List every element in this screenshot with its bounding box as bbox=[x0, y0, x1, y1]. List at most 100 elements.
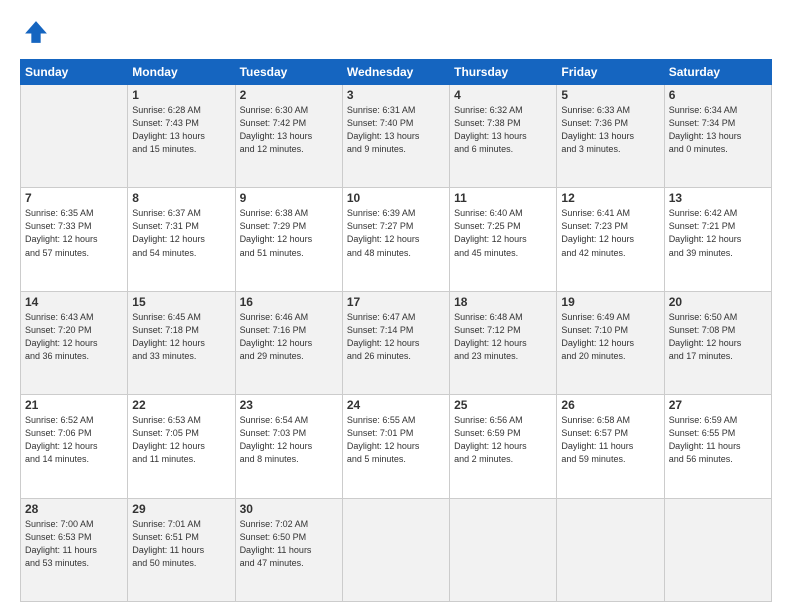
day-number: 23 bbox=[240, 398, 338, 412]
calendar-cell: 28 Sunrise: 7:00 AM Sunset: 6:53 PM Dayli… bbox=[21, 498, 128, 601]
weekday-friday: Friday bbox=[557, 60, 664, 85]
day-number: 22 bbox=[132, 398, 230, 412]
calendar-cell: 26 Sunrise: 6:58 AM Sunset: 6:57 PM Dayli… bbox=[557, 395, 664, 498]
day-number: 1 bbox=[132, 88, 230, 102]
day-number: 15 bbox=[132, 295, 230, 309]
day-info: Sunrise: 6:48 AM Sunset: 7:12 PM Dayligh… bbox=[454, 311, 552, 363]
calendar-cell: 10Sunrise: 6:39 AM Sunset: 7:27 PM Dayli… bbox=[342, 188, 449, 291]
calendar-cell: 4Sunrise: 6:32 AM Sunset: 7:38 PM Daylig… bbox=[450, 85, 557, 188]
day-number: 26 bbox=[561, 398, 659, 412]
calendar-cell: 9 Sunrise: 6:38 AM Sunset: 7:29 PM Daylig… bbox=[235, 188, 342, 291]
day-number: 9 bbox=[240, 191, 338, 205]
week-row-5: 28 Sunrise: 7:00 AM Sunset: 6:53 PM Dayli… bbox=[21, 498, 772, 601]
day-info: Sunrise: 6:38 AM Sunset: 7:29 PM Dayligh… bbox=[240, 207, 338, 259]
week-row-3: 14 Sunrise: 6:43 AM Sunset: 7:20 PM Dayli… bbox=[21, 291, 772, 394]
day-info: Sunrise: 6:55 AM Sunset: 7:01 PM Dayligh… bbox=[347, 414, 445, 466]
day-info: Sunrise: 6:28 AM Sunset: 7:43 PM Dayligh… bbox=[132, 104, 230, 156]
day-info: Sunrise: 6:59 AM Sunset: 6:55 PM Dayligh… bbox=[669, 414, 767, 466]
day-number: 3 bbox=[347, 88, 445, 102]
page: SundayMondayTuesdayWednesdayThursdayFrid… bbox=[0, 0, 792, 612]
day-number: 11 bbox=[454, 191, 552, 205]
day-number: 13 bbox=[669, 191, 767, 205]
logo-icon bbox=[22, 18, 50, 46]
day-number: 24 bbox=[347, 398, 445, 412]
calendar-cell: 24 Sunrise: 6:55 AM Sunset: 7:01 PM Dayli… bbox=[342, 395, 449, 498]
day-info: Sunrise: 6:43 AM Sunset: 7:20 PM Dayligh… bbox=[25, 311, 123, 363]
day-info: Sunrise: 6:53 AM Sunset: 7:05 PM Dayligh… bbox=[132, 414, 230, 466]
weekday-sunday: Sunday bbox=[21, 60, 128, 85]
calendar-cell bbox=[450, 498, 557, 601]
day-number: 5 bbox=[561, 88, 659, 102]
day-info: Sunrise: 7:02 AM Sunset: 6:50 PM Dayligh… bbox=[240, 518, 338, 570]
day-info: Sunrise: 6:58 AM Sunset: 6:57 PM Dayligh… bbox=[561, 414, 659, 466]
day-number: 17 bbox=[347, 295, 445, 309]
calendar-cell: 19Sunrise: 6:49 AM Sunset: 7:10 PM Dayli… bbox=[557, 291, 664, 394]
calendar-cell: 18 Sunrise: 6:48 AM Sunset: 7:12 PM Dayli… bbox=[450, 291, 557, 394]
day-number: 6 bbox=[669, 88, 767, 102]
calendar-cell: 13 Sunrise: 6:42 AM Sunset: 7:21 PM Dayli… bbox=[664, 188, 771, 291]
calendar-cell: 22 Sunrise: 6:53 AM Sunset: 7:05 PM Dayli… bbox=[128, 395, 235, 498]
day-info: Sunrise: 6:31 AM Sunset: 7:40 PM Dayligh… bbox=[347, 104, 445, 156]
day-info: Sunrise: 7:00 AM Sunset: 6:53 PM Dayligh… bbox=[25, 518, 123, 570]
header bbox=[20, 18, 772, 51]
day-info: Sunrise: 6:54 AM Sunset: 7:03 PM Dayligh… bbox=[240, 414, 338, 466]
day-info: Sunrise: 6:33 AM Sunset: 7:36 PM Dayligh… bbox=[561, 104, 659, 156]
day-info: Sunrise: 6:52 AM Sunset: 7:06 PM Dayligh… bbox=[25, 414, 123, 466]
day-info: Sunrise: 6:32 AM Sunset: 7:38 PM Dayligh… bbox=[454, 104, 552, 156]
day-number: 7 bbox=[25, 191, 123, 205]
calendar-cell: 14 Sunrise: 6:43 AM Sunset: 7:20 PM Dayli… bbox=[21, 291, 128, 394]
day-number: 14 bbox=[25, 295, 123, 309]
calendar-cell: 29Sunrise: 7:01 AM Sunset: 6:51 PM Dayli… bbox=[128, 498, 235, 601]
day-info: Sunrise: 7:01 AM Sunset: 6:51 PM Dayligh… bbox=[132, 518, 230, 570]
calendar-cell: 8 Sunrise: 6:37 AM Sunset: 7:31 PM Daylig… bbox=[128, 188, 235, 291]
day-number: 18 bbox=[454, 295, 552, 309]
day-number: 28 bbox=[25, 502, 123, 516]
calendar-cell: 30 Sunrise: 7:02 AM Sunset: 6:50 PM Dayli… bbox=[235, 498, 342, 601]
day-number: 8 bbox=[132, 191, 230, 205]
calendar-cell: 6 Sunrise: 6:34 AM Sunset: 7:34 PM Daylig… bbox=[664, 85, 771, 188]
week-row-4: 21 Sunrise: 6:52 AM Sunset: 7:06 PM Dayli… bbox=[21, 395, 772, 498]
weekday-header-row: SundayMondayTuesdayWednesdayThursdayFrid… bbox=[21, 60, 772, 85]
calendar-cell: 2 Sunrise: 6:30 AM Sunset: 7:42 PM Daylig… bbox=[235, 85, 342, 188]
day-info: Sunrise: 6:45 AM Sunset: 7:18 PM Dayligh… bbox=[132, 311, 230, 363]
day-info: Sunrise: 6:50 AM Sunset: 7:08 PM Dayligh… bbox=[669, 311, 767, 363]
day-number: 20 bbox=[669, 295, 767, 309]
calendar-table: SundayMondayTuesdayWednesdayThursdayFrid… bbox=[20, 59, 772, 602]
weekday-saturday: Saturday bbox=[664, 60, 771, 85]
calendar-cell: 12Sunrise: 6:41 AM Sunset: 7:23 PM Dayli… bbox=[557, 188, 664, 291]
calendar-cell bbox=[664, 498, 771, 601]
calendar-cell: 3 Sunrise: 6:31 AM Sunset: 7:40 PM Daylig… bbox=[342, 85, 449, 188]
day-number: 16 bbox=[240, 295, 338, 309]
weekday-tuesday: Tuesday bbox=[235, 60, 342, 85]
calendar-cell: 17 Sunrise: 6:47 AM Sunset: 7:14 PM Dayli… bbox=[342, 291, 449, 394]
day-number: 30 bbox=[240, 502, 338, 516]
day-number: 25 bbox=[454, 398, 552, 412]
weekday-wednesday: Wednesday bbox=[342, 60, 449, 85]
day-info: Sunrise: 6:34 AM Sunset: 7:34 PM Dayligh… bbox=[669, 104, 767, 156]
calendar-cell: 11 Sunrise: 6:40 AM Sunset: 7:25 PM Dayli… bbox=[450, 188, 557, 291]
day-info: Sunrise: 6:42 AM Sunset: 7:21 PM Dayligh… bbox=[669, 207, 767, 259]
calendar-cell: 15 Sunrise: 6:45 AM Sunset: 7:18 PM Dayli… bbox=[128, 291, 235, 394]
calendar-cell: 5 Sunrise: 6:33 AM Sunset: 7:36 PM Daylig… bbox=[557, 85, 664, 188]
day-info: Sunrise: 6:46 AM Sunset: 7:16 PM Dayligh… bbox=[240, 311, 338, 363]
day-info: Sunrise: 6:40 AM Sunset: 7:25 PM Dayligh… bbox=[454, 207, 552, 259]
day-info: Sunrise: 6:35 AM Sunset: 7:33 PM Dayligh… bbox=[25, 207, 123, 259]
day-info: Sunrise: 6:37 AM Sunset: 7:31 PM Dayligh… bbox=[132, 207, 230, 259]
weekday-monday: Monday bbox=[128, 60, 235, 85]
weekday-thursday: Thursday bbox=[450, 60, 557, 85]
calendar-cell: 25 Sunrise: 6:56 AM Sunset: 6:59 PM Dayli… bbox=[450, 395, 557, 498]
calendar-cell: 27Sunrise: 6:59 AM Sunset: 6:55 PM Dayli… bbox=[664, 395, 771, 498]
calendar-cell bbox=[557, 498, 664, 601]
day-info: Sunrise: 6:30 AM Sunset: 7:42 PM Dayligh… bbox=[240, 104, 338, 156]
week-row-2: 7 Sunrise: 6:35 AM Sunset: 7:33 PM Daylig… bbox=[21, 188, 772, 291]
day-number: 21 bbox=[25, 398, 123, 412]
calendar-cell bbox=[342, 498, 449, 601]
day-number: 12 bbox=[561, 191, 659, 205]
logo bbox=[20, 18, 50, 51]
calendar-cell: 7 Sunrise: 6:35 AM Sunset: 7:33 PM Daylig… bbox=[21, 188, 128, 291]
day-info: Sunrise: 6:56 AM Sunset: 6:59 PM Dayligh… bbox=[454, 414, 552, 466]
calendar-cell: 1 Sunrise: 6:28 AM Sunset: 7:43 PM Daylig… bbox=[128, 85, 235, 188]
week-row-1: 1 Sunrise: 6:28 AM Sunset: 7:43 PM Daylig… bbox=[21, 85, 772, 188]
day-info: Sunrise: 6:47 AM Sunset: 7:14 PM Dayligh… bbox=[347, 311, 445, 363]
day-number: 2 bbox=[240, 88, 338, 102]
